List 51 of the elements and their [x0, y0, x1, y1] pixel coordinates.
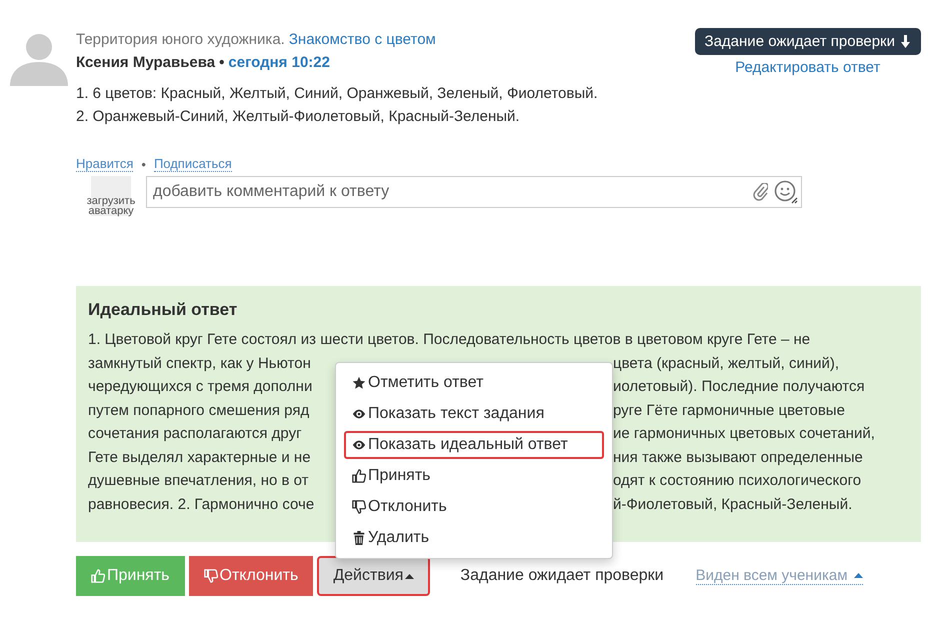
- subscribe-link[interactable]: Подписаться: [154, 156, 232, 172]
- eye-icon: [352, 438, 366, 452]
- status-button[interactable]: Задание ожидает проверки: [694, 28, 921, 55]
- thumbs-down-icon: [352, 500, 366, 514]
- trash-icon: [352, 531, 366, 545]
- paperclip-icon[interactable]: [752, 183, 768, 201]
- reject-button[interactable]: Отклонить: [188, 556, 314, 596]
- menu-item[interactable]: Принять: [344, 462, 604, 490]
- thumbs-up-icon: [352, 469, 366, 483]
- ideal-answer-text: равновесия. 2. Гармонично соче: [88, 494, 316, 514]
- thumbs-up-icon: [91, 569, 105, 583]
- ideal-answer-text: сочетания располагаются друг: [88, 424, 303, 444]
- comment-field[interactable]: добавить комментарий к ответу: [146, 176, 802, 208]
- arrow-down-icon: [900, 35, 911, 48]
- menu-item[interactable]: Показать текст задания: [344, 400, 604, 428]
- ideal-answer-text: замкнутый спектр, как у Ньютон: [88, 354, 312, 374]
- ideal-answer-text: й-Фиолетовый, Красный-Зеленый.: [613, 494, 854, 514]
- post-time: сегодня 10:22: [228, 53, 330, 73]
- status-text: Задание ожидает проверки: [460, 567, 664, 585]
- ideal-answer-text: 1. Цветовой круг Гете состоял из шести цветов. Последовательность цветов в цветовом круге Гете – не: [88, 330, 812, 350]
- ideal-answer-text: одят к состоянию психологического: [613, 471, 862, 491]
- lesson-link[interactable]: Знакомство с цветом: [288, 28, 436, 51]
- separator-dot: •: [141, 156, 146, 172]
- separator-dot: •: [219, 53, 224, 73]
- ideal-answer-title: Идеальный ответ: [88, 300, 238, 320]
- course-title: Территория юного художника.: [76, 30, 285, 50]
- ideal-answer-text: руге Гёте гармоничные цветовые: [613, 400, 846, 420]
- caret-icon: [405, 574, 414, 578]
- answer-text: 2. Оранжевый-Синий, Желтый-Фиолетовый, Красный-Зеленый.: [76, 107, 521, 127]
- ideal-answer-text: цвета (красный, желтый, синий),: [613, 354, 840, 374]
- menu-item[interactable]: Отклонить: [344, 493, 604, 521]
- thumbs-down-icon: [204, 569, 218, 583]
- eye-icon: [352, 407, 366, 421]
- author-name: Ксения Муравьева: [76, 53, 216, 73]
- menu-item[interactable]: Отметить ответ: [344, 369, 604, 397]
- ideal-answer-text: ния также вызывают определенные: [613, 448, 864, 468]
- ideal-answer-text: путем попарного смешения ряд: [88, 400, 310, 420]
- star-icon: [352, 376, 366, 390]
- answer-text: 1. 6 цветов: Красный, Желтый, Синий, Оранжевый, Зеленый, Фиолетовый.: [76, 84, 599, 104]
- ideal-answer-text: ие гармоничных цветовых сочетаний,: [613, 424, 876, 444]
- edit-answer-link[interactable]: Редактировать ответ: [735, 59, 880, 76]
- menu-item[interactable]: Показать идеальный ответ: [344, 431, 604, 459]
- menu-item[interactable]: Удалить: [344, 524, 604, 552]
- ideal-answer-text: чередующихся с тремя дополни: [88, 377, 314, 397]
- ideal-answer-text: иолетовый). Последние получаются: [613, 377, 866, 397]
- ideal-answer-text: Гете выделял характерные и не: [88, 448, 312, 468]
- actions-dropdown[interactable]: Действия: [317, 556, 430, 596]
- smiley-icon[interactable]: [774, 180, 798, 204]
- ideal-answer-text: душевные впечатления, но в от: [88, 471, 310, 491]
- caret-icon: [854, 573, 863, 578]
- like-link[interactable]: Нравится: [76, 156, 134, 172]
